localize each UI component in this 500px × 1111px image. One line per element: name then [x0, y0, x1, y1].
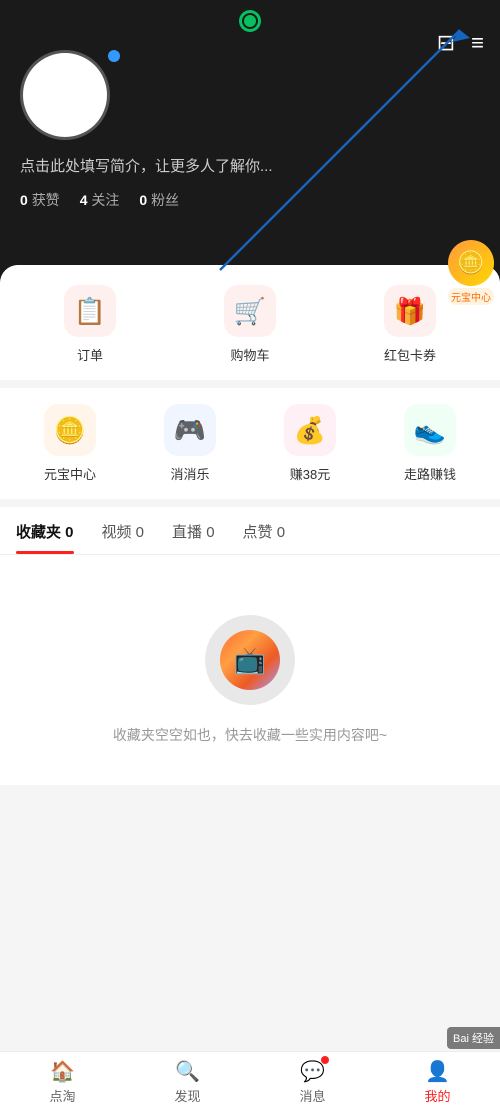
quick-actions-row2: 🪙 元宝中心 🎮 消消乐 💰 赚38元 👟 走路赚钱 — [0, 388, 500, 507]
action-walk[interactable]: 👟 走路赚钱 — [390, 404, 470, 483]
empty-text: 收藏夹空空如也，快去收藏一些实用内容吧~ — [113, 725, 387, 745]
game-label: 消消乐 — [170, 464, 209, 483]
tab-videos[interactable]: 视频 0 — [102, 521, 145, 554]
walk-icon: 👟 — [404, 404, 456, 456]
earn38-icon: 💰 — [284, 404, 336, 456]
message-label: 消息 — [299, 1086, 325, 1105]
diantao-label: 点淘 — [49, 1086, 75, 1105]
discover-label: 发现 — [174, 1086, 200, 1105]
tab-live[interactable]: 直播 0 — [172, 521, 215, 554]
action-earn38[interactable]: 💰 赚38元 — [270, 404, 350, 483]
discover-icon: 🔍 — [175, 1059, 200, 1084]
yuanbao-badge[interactable]: 🪙 元宝中心 — [442, 240, 500, 305]
quick-actions-row1: 📋 订单 🛒 购物车 🎁 红包卡券 — [0, 265, 500, 388]
empty-state: 📺 收藏夹空空如也，快去收藏一些实用内容吧~ — [0, 555, 500, 785]
top-icons: ⊟ ≡ — [437, 30, 484, 56]
main-card: 📋 订单 🛒 购物车 🎁 红包卡券 🪙 元宝中心 🎮 消消乐 💰 赚38元 👟 … — [0, 265, 500, 1051]
diantao-icon: 🏠 — [50, 1059, 75, 1084]
nav-diantao[interactable]: 🏠 点淘 — [49, 1059, 75, 1105]
tabs-section: 收藏夹 0 视频 0 直播 0 点赞 0 — [0, 507, 500, 555]
order-icon: 📋 — [64, 285, 116, 337]
nav-discover[interactable]: 🔍 发现 — [174, 1059, 200, 1105]
profile-bio[interactable]: 点击此处填写简介，让更多人了解你... — [20, 155, 273, 176]
tab-favorites[interactable]: 收藏夹 0 — [16, 521, 74, 554]
coupon-icon: 🎁 — [384, 285, 436, 337]
empty-icon: 📺 — [220, 630, 280, 690]
mine-icon: 👤 — [425, 1059, 450, 1084]
menu-icon[interactable]: ≡ — [471, 30, 484, 56]
action-coupon[interactable]: 🎁 红包卡券 — [370, 285, 450, 364]
message-badge — [321, 1056, 329, 1064]
wechat-dot — [239, 10, 261, 32]
wechat-status — [239, 10, 261, 32]
order-label: 订单 — [77, 345, 103, 364]
action-order[interactable]: 📋 订单 — [50, 285, 130, 364]
profile-stats: 0 获赞 4 关注 0 粉丝 — [20, 190, 179, 210]
walk-label: 走路赚钱 — [404, 464, 456, 483]
message-icon: 💬 — [300, 1059, 325, 1084]
stat-following[interactable]: 4 关注 — [80, 190, 120, 210]
action-cart[interactable]: 🛒 购物车 — [210, 285, 290, 364]
tab-likes[interactable]: 点赞 0 — [243, 521, 286, 554]
baidu-watermark: Bai 经验 — [447, 1027, 500, 1049]
yuanbao-label: 元宝中心 — [448, 288, 494, 305]
avatar-area — [20, 50, 110, 140]
earn38-label: 赚38元 — [290, 464, 330, 483]
coupon-label: 红包卡券 — [384, 345, 436, 364]
cart-label: 购物车 — [230, 345, 269, 364]
nav-mine[interactable]: 👤 我的 — [424, 1059, 450, 1105]
yuanbao-icon: 🪙 — [448, 240, 494, 286]
yuanbao-action-icon: 🪙 — [44, 404, 96, 456]
tabs-row: 收藏夹 0 视频 0 直播 0 点赞 0 — [16, 507, 484, 554]
nav-message[interactable]: 💬 消息 — [299, 1059, 325, 1105]
action-game[interactable]: 🎮 消消乐 — [150, 404, 230, 483]
blue-arrow-line — [0, 0, 500, 290]
stat-likes[interactable]: 0 获赞 — [20, 190, 60, 210]
action-yuanbao[interactable]: 🪙 元宝中心 — [30, 404, 110, 483]
game-icon: 🎮 — [164, 404, 216, 456]
avatar-online-dot — [108, 50, 120, 62]
avatar[interactable] — [20, 50, 110, 140]
mine-label: 我的 — [424, 1086, 450, 1105]
yuanbao-action-label: 元宝中心 — [44, 464, 96, 483]
scan-icon[interactable]: ⊟ — [437, 30, 455, 56]
stat-fans[interactable]: 0 粉丝 — [139, 190, 179, 210]
cart-icon: 🛒 — [224, 285, 276, 337]
empty-icon-wrap: 📺 — [205, 615, 295, 705]
bottom-nav: 🏠 点淘 🔍 发现 💬 消息 👤 我的 — [0, 1051, 500, 1111]
header-bg: ⊟ ≡ 点击此处填写简介，让更多人了解你... 0 获赞 4 关注 0 粉丝 — [0, 0, 500, 290]
